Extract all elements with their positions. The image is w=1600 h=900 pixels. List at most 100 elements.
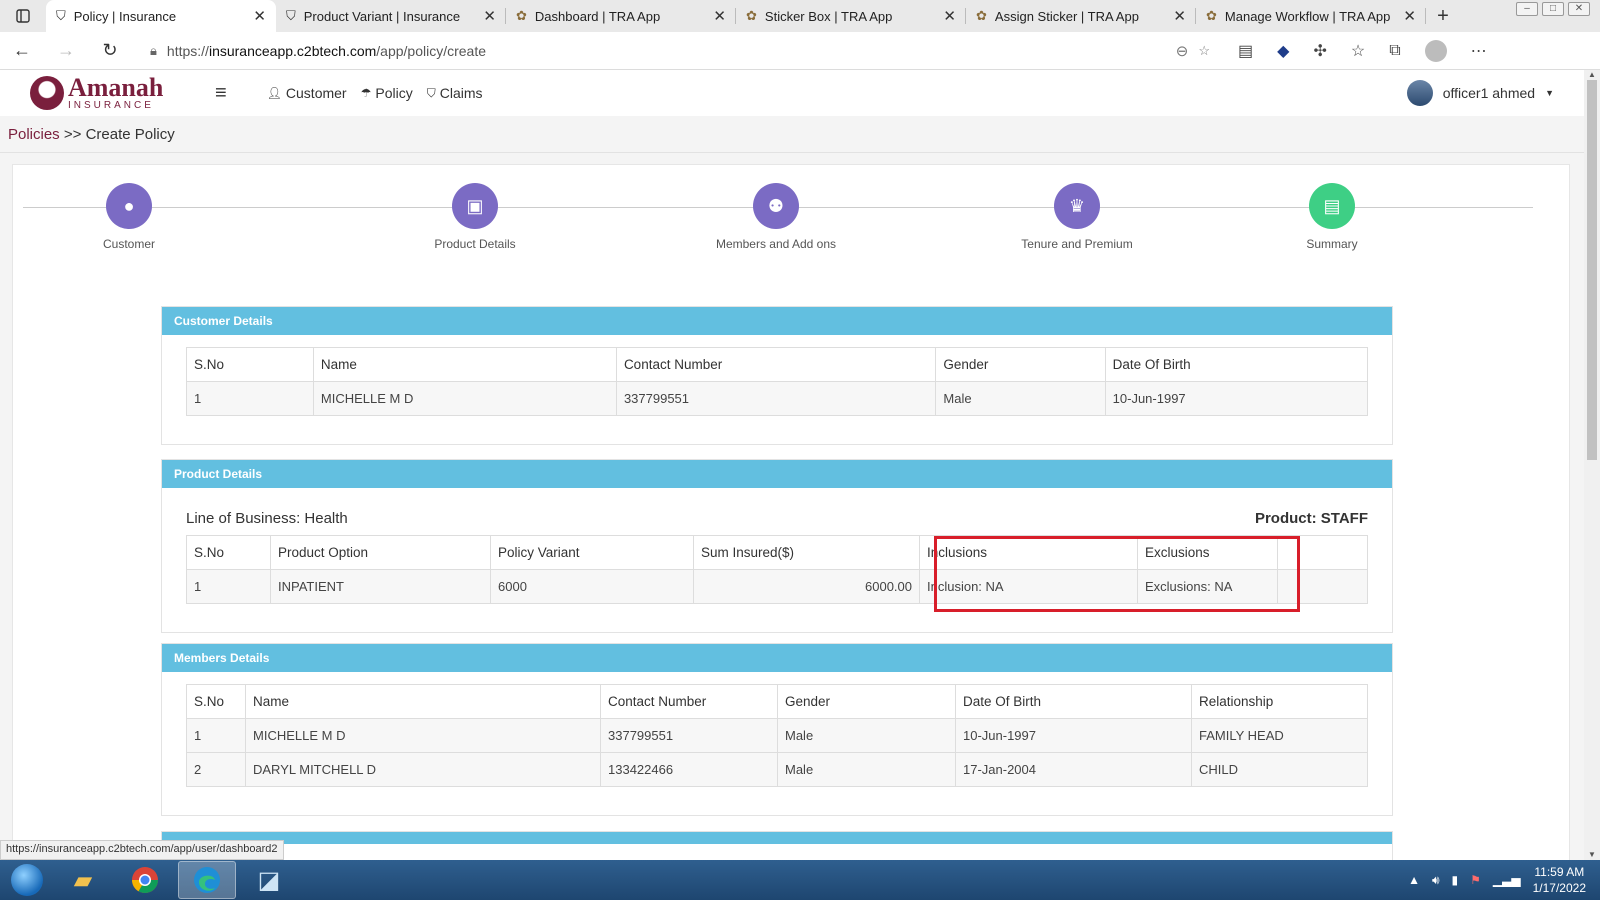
clock[interactable]: 11:59 AM 1/17/2022 — [1533, 864, 1586, 896]
tray-expand-icon[interactable]: ▲ — [1408, 873, 1420, 887]
browser-tab-bar: ⛉ Policy | Insurance ✕ ⛉ Product Variant | I… — [0, 0, 1600, 32]
page-scrollbar[interactable]: ▲ ▼ — [1584, 70, 1600, 860]
address-bar: ← → ↻ 🔒︎ https://insuranceapp.c2btech.co… — [0, 32, 1600, 70]
close-window-button[interactable]: ✕ — [1568, 2, 1590, 16]
members-details-panel: Members Details S.No Name Contact Number Ge… — [161, 643, 1393, 816]
breadcrumb-policies-link[interactable]: Policies — [8, 126, 60, 143]
tab-close-icon[interactable]: ✕ — [943, 7, 956, 25]
nav-customer[interactable]: 👤︎ Customer — [267, 85, 347, 101]
tab-close-icon[interactable]: ✕ — [253, 7, 266, 25]
more-menu-icon[interactable]: ⋯ — [1471, 41, 1487, 61]
reading-list-icon[interactable]: ▤ — [1238, 41, 1253, 61]
column-header: Policy Variant — [490, 535, 694, 570]
step-label: Members and Add ons — [715, 237, 837, 251]
browser-tab[interactable]: ✿ Sticker Box | TRA App ✕ — [736, 0, 966, 32]
table-cell: 1 — [186, 569, 271, 604]
browser-tab[interactable]: ✿ Assign Sticker | TRA App ✕ — [966, 0, 1196, 32]
tab-title: Assign Sticker | TRA App — [994, 8, 1139, 24]
top-nav: 👤︎ Customer ☂ Policy ⛉ Claims — [267, 85, 483, 101]
tab-close-icon[interactable]: ✕ — [1173, 7, 1186, 25]
zoom-icon[interactable]: ⊖ — [1176, 42, 1189, 60]
customer-details-panel: Customer Details S.No Name Contact Number G… — [161, 306, 1393, 445]
favorites-icon[interactable]: ☆ — [1351, 41, 1365, 61]
step-summary[interactable]: ▤ Summary — [1252, 183, 1412, 251]
tab-close-icon[interactable]: ✕ — [483, 7, 496, 25]
scrollbar-thumb[interactable] — [1587, 80, 1597, 460]
next-panel — [161, 831, 1393, 860]
nav-claims[interactable]: ⛉ Claims — [427, 85, 483, 101]
minimize-button[interactable]: – — [1516, 2, 1538, 16]
maximize-button[interactable]: □ — [1542, 2, 1564, 16]
column-header: Contact Number — [600, 684, 778, 719]
table-cell: 6000.00 — [693, 569, 920, 604]
edge-taskbar-icon[interactable] — [178, 861, 236, 899]
app-taskbar-icon[interactable]: ◪ — [240, 861, 298, 899]
step-customer[interactable]: ● Customer — [49, 183, 209, 251]
shield-extension-icon[interactable]: ◆ — [1277, 41, 1289, 61]
table-row: 1 MICHELLE M D 337799551 Male 10-Jun-1997 FAM… — [186, 718, 1368, 753]
volume-icon[interactable]: 🔊︎ — [1432, 873, 1440, 888]
tab-close-icon[interactable]: ✕ — [713, 7, 726, 25]
members-icon: ⚉ — [753, 183, 799, 229]
profile-avatar[interactable] — [1424, 39, 1447, 62]
tab-title: Dashboard | TRA App — [534, 8, 661, 24]
next-panel-header — [162, 832, 1392, 844]
back-button[interactable]: ← — [0, 40, 44, 61]
table-cell: 337799551 — [615, 381, 937, 416]
new-tab-button[interactable]: + — [1426, 0, 1460, 32]
table-row: 2 DARYL MITCHELL D 133422466 Male 17-Jan-200… — [186, 752, 1368, 787]
logo-main-text: Amanah — [68, 73, 164, 102]
collections-icon[interactable]: ⧉ — [1389, 42, 1400, 60]
bag-icon: ▣ — [452, 183, 498, 229]
tra-emblem-icon: ✿ — [746, 8, 757, 23]
tab-close-icon[interactable]: ✕ — [1403, 7, 1416, 25]
favorite-add-icon[interactable]: ☆ — [1198, 43, 1210, 59]
line-of-business: Line of Business: Health — [186, 510, 348, 527]
nav-policy[interactable]: ☂ Policy — [361, 85, 413, 101]
user-menu[interactable]: officer1 ahmed ▼ — [1406, 80, 1554, 106]
file-explorer-taskbar-icon[interactable]: ▰ — [54, 861, 112, 899]
window-controls: – □ ✕ — [1516, 0, 1600, 32]
divider — [0, 152, 1584, 153]
chrome-taskbar-icon[interactable] — [116, 861, 174, 899]
step-product-details[interactable]: ▣ Product Details — [395, 183, 555, 251]
hamburger-menu-icon[interactable]: ≡ — [215, 82, 227, 105]
step-tenure-and-premium[interactable]: ♛ Tenure and Premium — [997, 183, 1157, 251]
browser-tab[interactable]: ✿ Dashboard | TRA App ✕ — [506, 0, 736, 32]
table-cell: 6000 — [490, 569, 694, 604]
table-cell: Male — [935, 381, 1106, 416]
url-field[interactable]: 🔒︎ https://insuranceapp.c2btech.com/app/… — [140, 36, 1220, 66]
step-label: Product Details — [434, 237, 516, 251]
table-cell: 10-Jun-1997 — [955, 718, 1192, 753]
browser-tab[interactable]: ✿ Manage Workflow | TRA App ✕ — [1196, 0, 1426, 32]
column-header: Name — [312, 347, 617, 382]
tra-emblem-icon: ✿ — [1206, 8, 1217, 23]
highlight-annotation — [934, 536, 1300, 612]
customer-table: S.No Name Contact Number Gender Date Of Birt… — [186, 347, 1369, 416]
clock-date: 1/17/2022 — [1532, 881, 1586, 895]
column-header: Gender — [935, 347, 1106, 382]
table-cell: Male — [777, 752, 956, 787]
table-cell: FAMILY HEAD — [1191, 718, 1368, 753]
product-name: Product: STAFF — [1254, 510, 1368, 527]
network-warning-icon[interactable]: ⚑ — [1470, 873, 1481, 887]
logo-sub-text: INSURANCE — [68, 100, 154, 111]
step-members-and-add-ons[interactable]: ⚉ Members and Add ons — [696, 183, 856, 251]
system-tray: ▲ 🔊︎ ▮ ⚑ ▁▃▅ 11:59 AM 1/17/2022 — [1408, 864, 1600, 896]
tab-actions-icon[interactable] — [0, 0, 46, 32]
column-header: Relationship — [1191, 684, 1368, 719]
battery-icon[interactable]: ▮ — [1452, 873, 1459, 887]
amanah-logo[interactable]: Amanah INSURANCE — [30, 75, 170, 111]
extensions-icon[interactable]: ✣ — [1313, 41, 1326, 61]
shield-icon: ⛉ — [286, 8, 296, 23]
umbrella-icon: ☂ — [360, 86, 372, 100]
forward-button[interactable]: → — [44, 40, 88, 61]
browser-tab[interactable]: ⛉ Policy | Insurance ✕ — [46, 0, 276, 32]
status-url-tooltip: https://insuranceapp.c2btech.com/app/use… — [0, 840, 284, 860]
breadcrumb-separator: >> — [63, 126, 82, 143]
browser-tab[interactable]: ⛉ Product Variant | Insurance ✕ — [276, 0, 506, 32]
signal-icon[interactable]: ▁▃▅ — [1493, 873, 1521, 887]
refresh-button[interactable]: ↻ — [88, 40, 132, 61]
column-header: Contact Number — [615, 347, 937, 382]
start-button[interactable] — [4, 861, 50, 899]
